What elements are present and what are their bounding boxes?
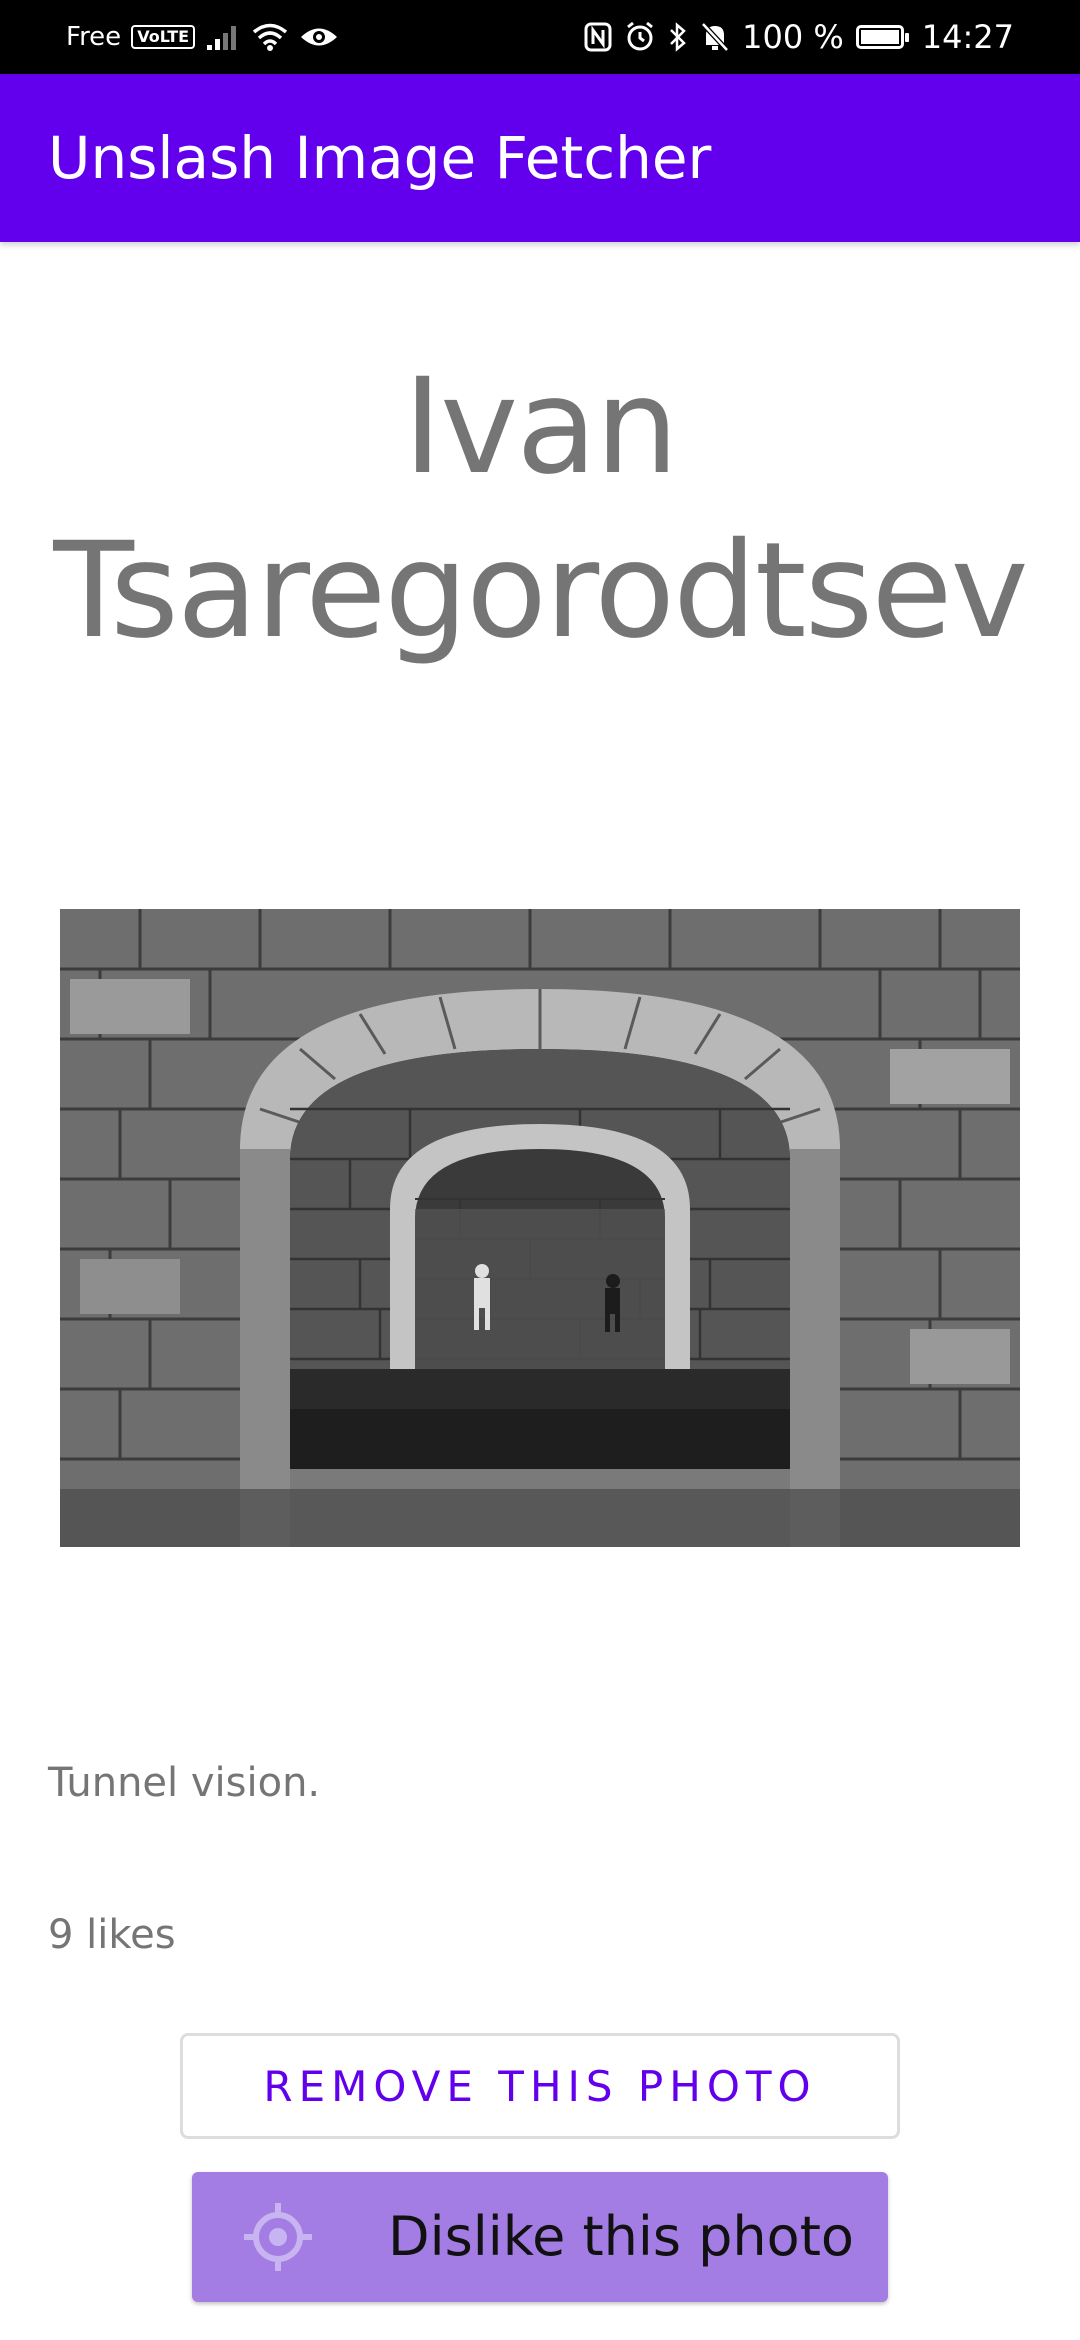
author-name: Ivan Tsaregorodtsev — [53, 350, 1028, 668]
signal-icon — [205, 23, 241, 51]
eye-icon — [299, 24, 339, 50]
app-bar: Unslash Image Fetcher — [0, 74, 1080, 242]
photo-description: Tunnel vision. — [48, 1760, 321, 1806]
clock: 14:27 — [921, 18, 1014, 56]
dislike-button-label: Dislike this photo — [388, 2205, 854, 2268]
likes-count: 9 likes — [48, 1912, 176, 1958]
battery-percent: 100 % — [742, 18, 844, 56]
status-left: Free VoLTE — [66, 0, 339, 74]
status-right: 100 % 14:27 — [584, 0, 1014, 74]
wifi-icon — [251, 22, 289, 52]
dislike-photo-button[interactable]: Dislike this photo — [192, 2172, 888, 2302]
photo-image — [60, 909, 1020, 1547]
carrier-name: Free — [66, 22, 122, 52]
volte-badge: VoLTE — [131, 25, 196, 49]
crosshair-icon — [240, 2199, 316, 2275]
mute-icon — [700, 21, 730, 53]
alarm-icon — [624, 21, 656, 53]
status-bar: Free VoLTE 100 % 14:27 — [0, 0, 1080, 74]
battery-icon — [855, 25, 909, 49]
remove-photo-button[interactable]: REMOVE THIS PHOTO — [180, 2033, 900, 2139]
app-title: Unslash Image Fetcher — [48, 124, 712, 192]
nfc-icon — [584, 22, 612, 52]
bluetooth-icon — [668, 21, 688, 53]
